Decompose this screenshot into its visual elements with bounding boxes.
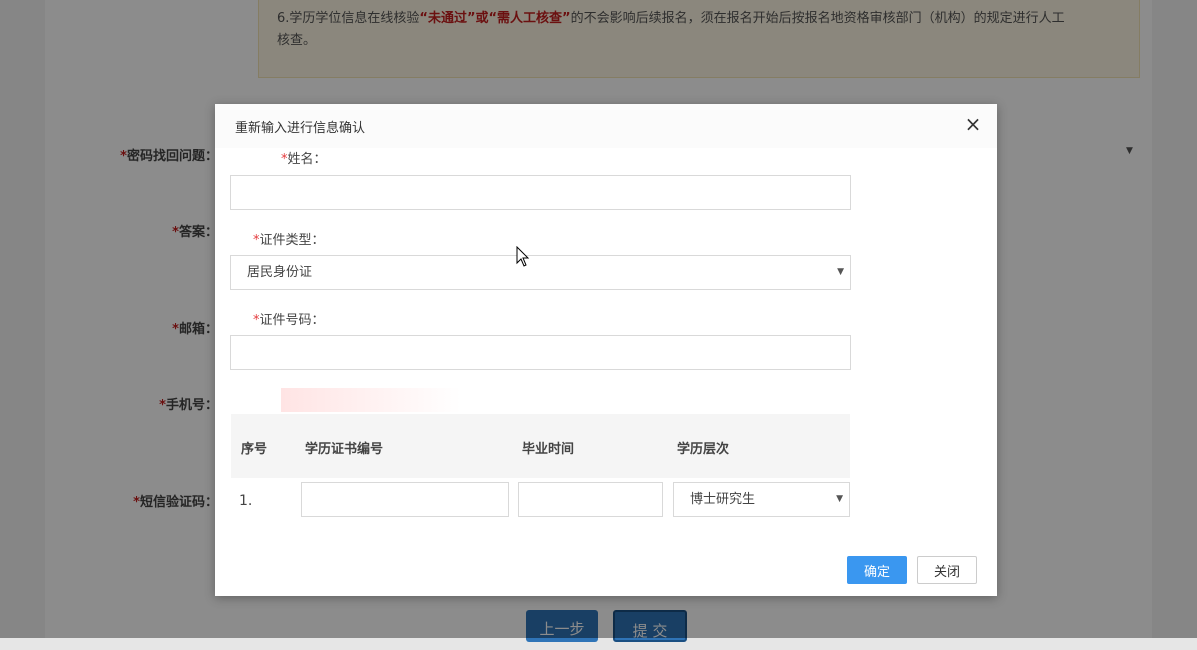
dialog-header: 重新输入进行信息确认 × bbox=[215, 104, 997, 148]
th-cert-number: 学历证书编号 bbox=[305, 442, 384, 457]
id-number-input[interactable] bbox=[230, 335, 851, 370]
education-label-faded bbox=[281, 388, 461, 412]
mouse-cursor-icon bbox=[516, 246, 530, 267]
confirm-info-dialog: 重新输入进行信息确认 × *姓名： *证件类型： 居民身份证 ▼ *证件号码： … bbox=[215, 104, 997, 596]
close-icon[interactable]: × bbox=[963, 114, 983, 134]
grad-time-input[interactable] bbox=[518, 482, 663, 517]
close-button[interactable]: 关闭 bbox=[917, 556, 977, 584]
cert-number-input[interactable] bbox=[301, 482, 509, 517]
chevron-down-icon: ▼ bbox=[836, 494, 843, 504]
id-type-select[interactable]: 居民身份证 ▼ bbox=[230, 255, 851, 290]
th-grad-time: 毕业时间 bbox=[522, 442, 575, 457]
dialog-title: 重新输入进行信息确认 bbox=[235, 121, 366, 136]
confirm-button[interactable]: 确定 bbox=[847, 556, 907, 584]
id-number-label: *证件号码： bbox=[253, 313, 325, 328]
chevron-down-icon: ▼ bbox=[837, 267, 844, 277]
row-index: 1. bbox=[239, 493, 253, 509]
name-label: *姓名： bbox=[281, 152, 327, 167]
id-type-value: 居民身份证 bbox=[247, 265, 313, 280]
edu-level-select[interactable]: 博士研究生 ▼ bbox=[673, 482, 850, 517]
id-type-label: *证件类型： bbox=[253, 233, 325, 248]
name-input[interactable] bbox=[230, 175, 851, 210]
edu-level-value: 博士研究生 bbox=[690, 492, 756, 507]
th-index: 序号 bbox=[241, 442, 268, 457]
th-edu-level: 学历层次 bbox=[677, 442, 730, 457]
